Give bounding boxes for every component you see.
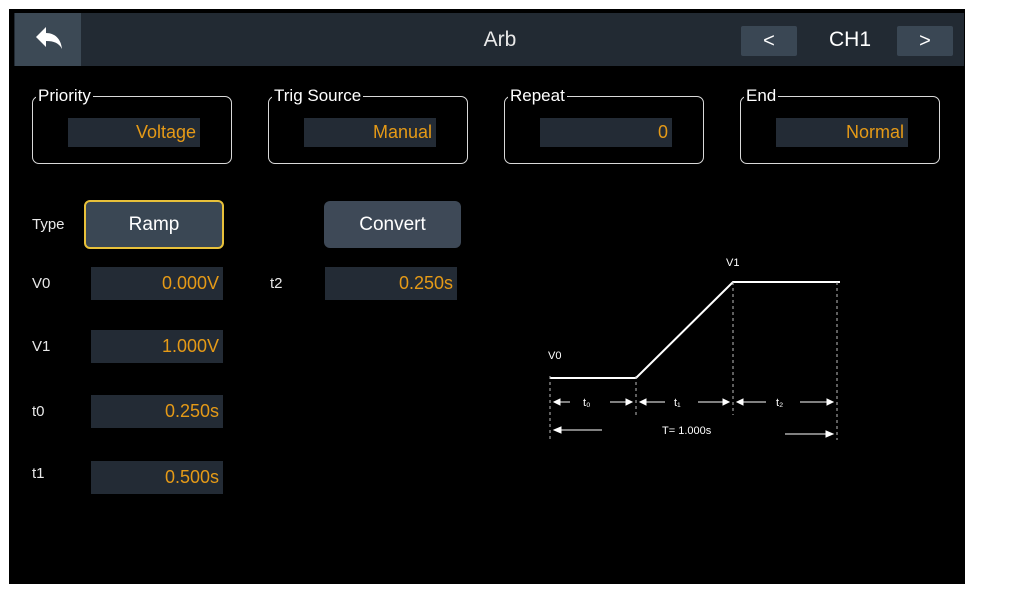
t0-label: t0 xyxy=(32,403,45,420)
ramp-waveform-line xyxy=(550,281,840,379)
v0-field[interactable]: 0.000V xyxy=(91,267,223,300)
priority-label: Priority xyxy=(36,86,93,106)
next-channel-button[interactable]: > xyxy=(897,26,953,56)
diagram-t2-label: t₂ xyxy=(776,397,783,409)
t2-field[interactable]: 0.250s xyxy=(325,267,457,300)
t0-dimension-arrow xyxy=(552,398,634,406)
type-label: Type xyxy=(32,216,65,233)
repeat-value[interactable]: 0 xyxy=(540,118,672,147)
channel-label: CH1 xyxy=(828,28,871,51)
priority-value[interactable]: Voltage xyxy=(68,118,200,147)
t1-field[interactable]: 0.500s xyxy=(91,461,223,494)
v1-field[interactable]: 1.000V xyxy=(91,330,223,363)
page-title: Arb xyxy=(483,28,517,51)
prev-channel-button[interactable]: < xyxy=(741,26,797,56)
back-button[interactable] xyxy=(15,13,81,66)
end-label: End xyxy=(744,86,779,106)
diagram-t1-label: t₁ xyxy=(674,397,681,409)
t0-field[interactable]: 0.250s xyxy=(91,395,223,428)
v1-label: V1 xyxy=(32,338,51,355)
convert-button[interactable]: Convert xyxy=(324,201,461,248)
diagram-t0-label: t₀ xyxy=(583,397,591,409)
v0-label: V0 xyxy=(32,275,51,292)
diagram-v1-label: V1 xyxy=(726,257,739,269)
diagram-v0-label: V0 xyxy=(548,350,561,362)
diagram-period-label: T= 1.000s xyxy=(662,425,712,437)
ramp-waveform-diagram: V0 V1 t₀ t₁ t₂ T= 1.000s xyxy=(548,257,840,440)
end-value[interactable]: Normal xyxy=(776,118,908,147)
t2-label: t2 xyxy=(270,275,283,292)
type-ramp-button[interactable]: Ramp xyxy=(84,200,224,249)
t2-dimension-arrow xyxy=(735,398,835,406)
trig-source-label: Trig Source xyxy=(272,86,364,106)
back-arrow-icon xyxy=(36,27,62,49)
t1-dimension-arrow xyxy=(638,398,731,406)
repeat-label: Repeat xyxy=(508,86,567,106)
t1-label: t1 xyxy=(32,465,45,482)
trig-source-value[interactable]: Manual xyxy=(304,118,436,147)
